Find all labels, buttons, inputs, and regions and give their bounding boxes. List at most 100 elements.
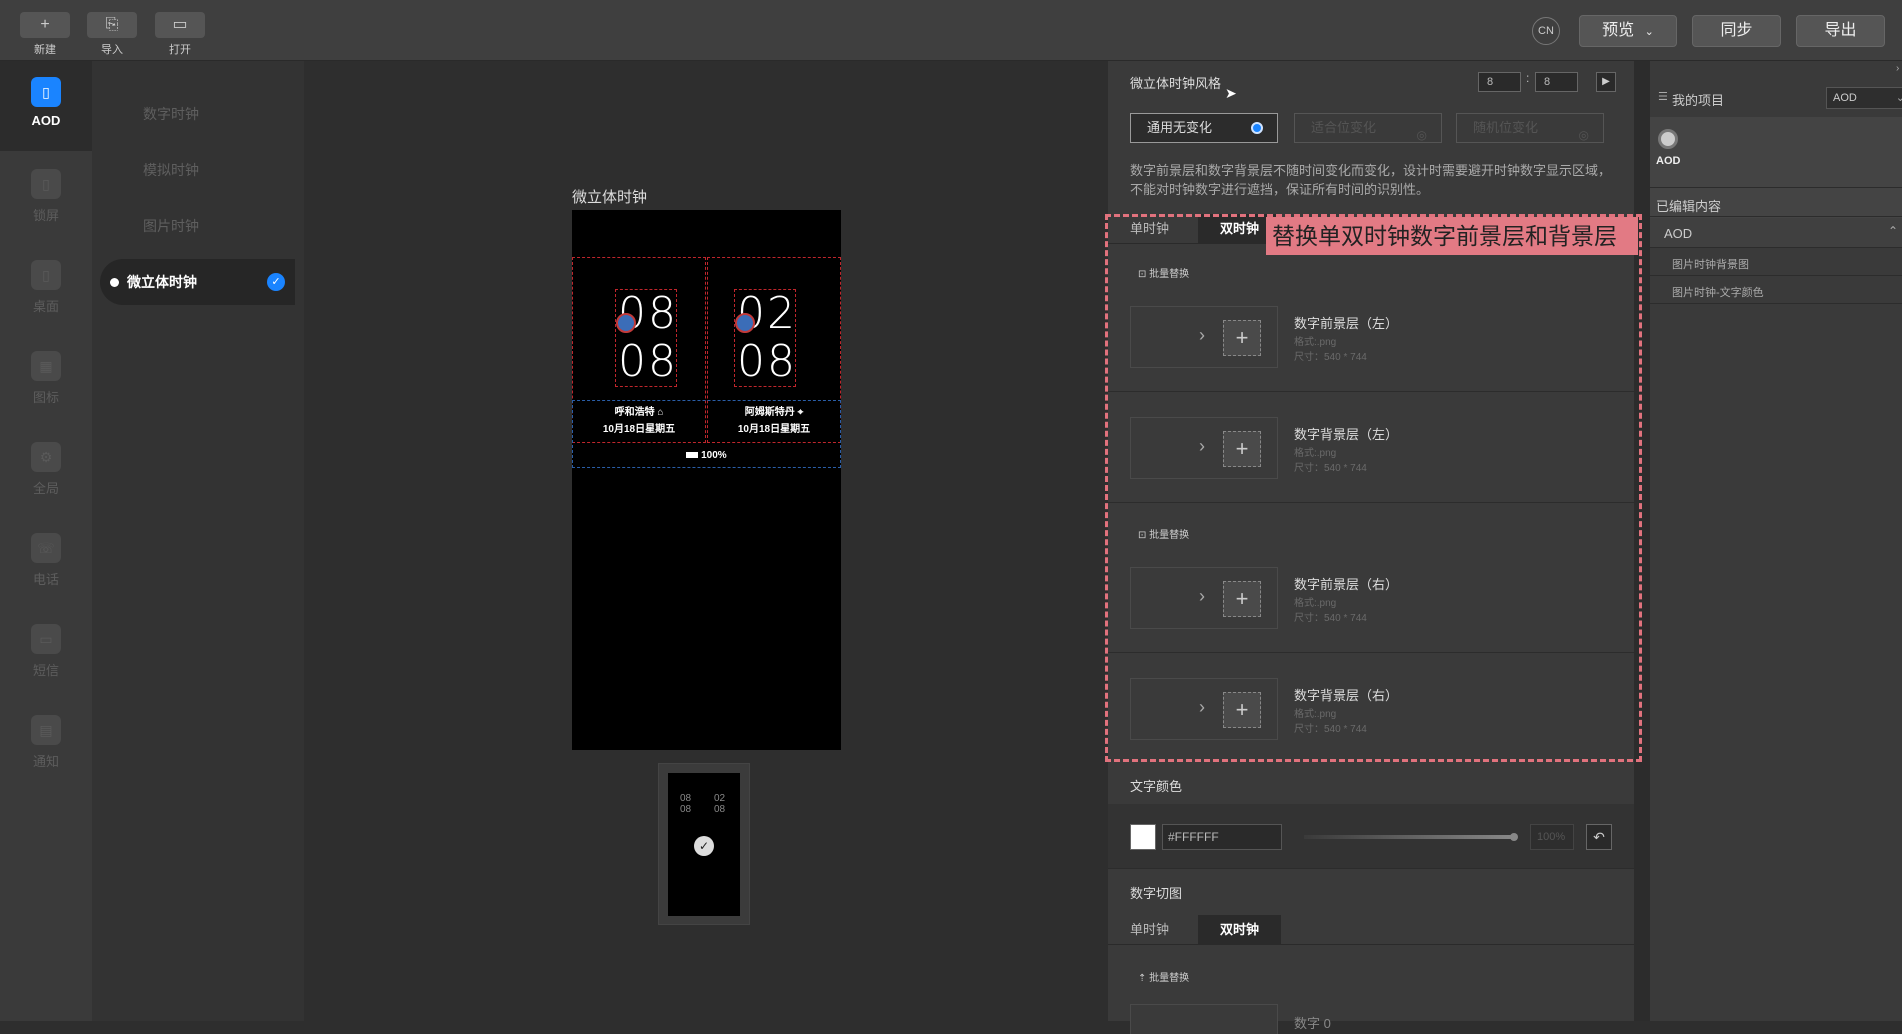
- style-title: 微立体时钟风格: [1130, 76, 1222, 91]
- option-general[interactable]: 通用无变化: [1130, 113, 1278, 143]
- minute-input[interactable]: 8: [1535, 72, 1578, 92]
- nav-label: 桌面: [32, 299, 59, 314]
- nav-item-lockscreen[interactable]: ▯ 锁屏: [0, 153, 92, 243]
- check-circle-icon: ◎: [1416, 128, 1427, 142]
- edited-group-label: AOD: [1664, 226, 1693, 241]
- nav-label: 短信: [32, 663, 59, 678]
- phone-icon: ▯: [31, 77, 61, 107]
- option-fit-position[interactable]: 适合位变化 ◎: [1294, 113, 1442, 143]
- opacity-slider-handle[interactable]: [1510, 833, 1518, 841]
- nav-label: 全局: [32, 481, 59, 496]
- chevron-up-icon: ⌃: [1887, 224, 1898, 238]
- nav-label: 图标: [32, 390, 59, 405]
- left-minute-digits: 08: [618, 336, 678, 387]
- hour-input[interactable]: 8: [1478, 72, 1521, 92]
- edited-group-aod[interactable]: AOD ⌃: [1650, 218, 1902, 248]
- language-button[interactable]: CN: [1532, 17, 1560, 45]
- new-button[interactable]: + 新建: [20, 10, 70, 56]
- desktop-icon: ▯: [31, 260, 61, 290]
- lock-icon: ▯: [31, 169, 61, 199]
- top-toolbar: + 新建 ⎘ 导入 ▭ 打开 CN 预览 ⌄ 同步 导出: [0, 0, 1902, 61]
- play-button[interactable]: ▶: [1596, 72, 1616, 92]
- sync-button[interactable]: 同步: [1692, 15, 1781, 47]
- color-swatch[interactable]: [1130, 824, 1156, 850]
- nav-item-notification[interactable]: ▤ 通知: [0, 699, 92, 789]
- mouse-cursor: ➤: [1225, 85, 1237, 101]
- upload-slot-digit-0[interactable]: [1130, 1004, 1278, 1034]
- left-date: 10月18日星期五: [602, 424, 676, 435]
- digit-slot-title: 数字 0: [1294, 1016, 1331, 1031]
- radio-selected-icon: [1251, 122, 1263, 134]
- left-nav: ▯ AOD ▯ 锁屏 ▯ 桌面 ▦ 图标 ⚙ 全局 ☏ 电话 ▭ 短信 ▤ 通知: [0, 61, 92, 1021]
- right-minute-digits: 08: [737, 336, 797, 387]
- tab-single-clock[interactable]: 单时钟: [1108, 915, 1191, 945]
- home-icon: ⌂: [657, 407, 664, 418]
- nav-item-aod[interactable]: ▯ AOD: [0, 61, 92, 151]
- plus-icon: +: [20, 12, 70, 38]
- sub-item-image-clock[interactable]: 图片时钟: [100, 203, 295, 249]
- project-item-label: AOD: [1656, 155, 1681, 167]
- check-icon: ✓: [267, 273, 285, 291]
- phone-call-icon: ☏: [31, 533, 61, 563]
- tab-dual-clock[interactable]: 双时钟: [1198, 915, 1282, 945]
- batch-replace-button[interactable]: ⇡ 批量替换: [1138, 969, 1189, 984]
- message-icon: ▭: [31, 624, 61, 654]
- folder-icon: ▭: [155, 12, 205, 38]
- location-icon: ⌖: [797, 407, 804, 418]
- import-icon: ⎘: [87, 12, 137, 38]
- project-list-icon: ☰: [1658, 91, 1668, 103]
- battery-status: 100%: [572, 450, 841, 461]
- preview-button[interactable]: 预览 ⌄: [1579, 15, 1677, 47]
- sub-item-label: 微立体时钟: [127, 274, 197, 290]
- project-title: 我的项目: [1672, 93, 1725, 108]
- open-button[interactable]: ▭ 打开: [155, 10, 205, 56]
- thumbnail-screen: 08 08 02 08 ✓: [668, 773, 740, 916]
- notification-icon: ▤: [31, 715, 61, 745]
- color-hex-input[interactable]: #FFFFFF: [1162, 824, 1282, 850]
- gear-icon: ⚙: [31, 442, 61, 472]
- project-dropdown[interactable]: AOD ⌄: [1826, 87, 1902, 109]
- collapse-icon[interactable]: ›: [1896, 63, 1899, 74]
- divider: [1108, 868, 1634, 869]
- import-label: 导入: [101, 44, 123, 56]
- sub-item-micro-3d-clock[interactable]: 微立体时钟 ✓: [100, 259, 295, 305]
- left-clock-sticker: [616, 313, 636, 333]
- nav-item-desktop[interactable]: ▯ 桌面: [0, 244, 92, 334]
- nav-item-global[interactable]: ⚙ 全局: [0, 426, 92, 516]
- option-label: 通用无变化: [1147, 120, 1213, 135]
- project-panel: › ☰ 我的项目 AOD ⌄ AOD 已编辑内容 AOD ⌃ 图片时钟背景图 图片…: [1642, 61, 1902, 1021]
- annotation-label: 替换单双时钟数字前景层和背景层: [1266, 217, 1638, 255]
- export-button[interactable]: 导出: [1796, 15, 1885, 47]
- nav-item-icons[interactable]: ▦ 图标: [0, 335, 92, 425]
- phone-preview: 08 08 02 08 呼和浩特 ⌂ 10月18日星期五 阿姆斯特丹 ⌖ 10月…: [572, 210, 841, 750]
- sub-item-digital-clock[interactable]: 数字时钟: [100, 91, 295, 137]
- option-label: 随机位变化: [1473, 120, 1539, 135]
- check-circle-icon: ◎: [1578, 128, 1589, 142]
- edited-entry[interactable]: 图片时钟-文字颜色: [1650, 277, 1902, 304]
- digit-cut-title: 数字切图: [1130, 886, 1183, 901]
- play-icon: ▶: [1602, 76, 1610, 87]
- text-color-title: 文字颜色: [1130, 779, 1183, 794]
- opacity-slider[interactable]: [1304, 835, 1514, 839]
- sub-item-analog-clock[interactable]: 模拟时钟: [100, 147, 295, 193]
- nav-label: 锁屏: [32, 208, 59, 223]
- nav-item-phone[interactable]: ☏ 电话: [0, 517, 92, 607]
- import-button[interactable]: ⎘ 导入: [87, 10, 137, 56]
- thumbnail-check-icon: ✓: [694, 836, 714, 856]
- phone-title: 微立体时钟: [572, 189, 648, 206]
- aod-project-icon: [1658, 129, 1678, 149]
- grid-icon: ▦: [31, 351, 61, 381]
- annotation-highlight-box: [1105, 214, 1642, 762]
- undo-icon: ↶: [1593, 829, 1605, 845]
- nav-item-sms[interactable]: ▭ 短信: [0, 608, 92, 698]
- option-random-position[interactable]: 随机位变化 ◎: [1456, 113, 1604, 143]
- edited-entry[interactable]: 图片时钟背景图: [1650, 249, 1902, 276]
- bullet-icon: [110, 278, 119, 287]
- edited-content-header: 已编辑内容: [1650, 187, 1902, 217]
- reset-color-button[interactable]: ↶: [1586, 824, 1612, 850]
- opacity-input[interactable]: 100%: [1530, 824, 1574, 850]
- time-separator: :: [1526, 71, 1530, 85]
- preview-thumbnail[interactable]: 08 08 02 08 ✓: [658, 763, 750, 925]
- nav-label: AOD: [31, 113, 61, 128]
- style-description: 数字前景层和数字背景层不随时间变化而变化，设计时需要避开时钟数字显示区域，不能对…: [1130, 163, 1612, 197]
